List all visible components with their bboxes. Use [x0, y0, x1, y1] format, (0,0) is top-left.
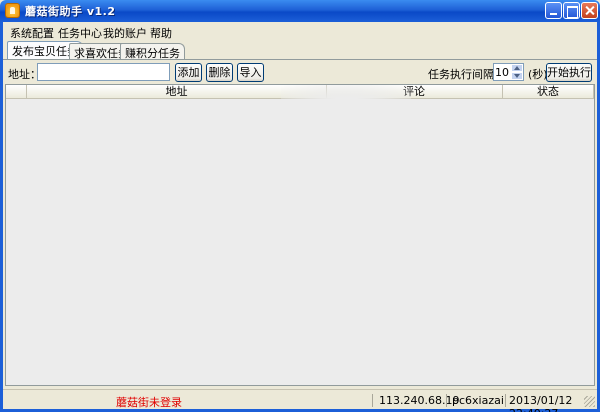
status-separator: [505, 394, 506, 407]
minimize-button[interactable]: [545, 2, 562, 19]
tab-earn-points-task[interactable]: 赚积分任务: [120, 43, 185, 60]
seconds-unit-label: (秒): [528, 68, 548, 81]
spin-up-arrow-icon[interactable]: [511, 64, 523, 72]
start-button[interactable]: 开始执行: [546, 63, 592, 82]
login-status: 蘑菇街未登录: [116, 396, 182, 409]
title-bar[interactable]: 蘑菇街助手 v1.2: [0, 0, 600, 22]
address-input[interactable]: [37, 63, 170, 81]
menu-help[interactable]: 帮助: [150, 25, 172, 41]
interval-stepper[interactable]: 10: [493, 63, 524, 81]
tab-divider: [3, 59, 597, 60]
status-separator: [446, 394, 447, 407]
resize-grip-icon[interactable]: [584, 396, 595, 407]
ip-address: 113.240.68.19: [379, 394, 460, 407]
delete-button[interactable]: 删除: [206, 63, 233, 82]
column-header-status[interactable]: 状态: [503, 85, 594, 99]
window-frame-left: [0, 22, 3, 412]
row-header-corner: [6, 85, 27, 99]
menu-task-center[interactable]: 任务中心: [58, 25, 102, 41]
redacted-area: [281, 85, 411, 145]
import-button[interactable]: 导入: [237, 63, 264, 82]
app-icon: [5, 3, 20, 18]
window-title: 蘑菇街助手 v1.2: [25, 5, 116, 18]
maximize-button[interactable]: [563, 2, 580, 19]
spin-buttons[interactable]: [511, 64, 523, 80]
host-name: pc6xiazai: [452, 394, 504, 407]
task-list-grid[interactable]: 地址 评论 状态: [5, 84, 595, 386]
status-separator: [372, 394, 373, 407]
menu-system-config[interactable]: 系统配置: [10, 25, 54, 41]
menu-bar: 系统配置 任务中心 我的账户 帮助: [3, 22, 597, 40]
close-button[interactable]: [581, 2, 598, 19]
add-button[interactable]: 添加: [175, 63, 202, 82]
interval-value: 10: [495, 66, 509, 79]
menu-my-account[interactable]: 我的账户: [103, 25, 147, 41]
tab-strip: 发布宝贝任务 求喜欢任务 赚积分任务: [3, 40, 597, 60]
status-bar: 蘑菇街未登录 113.240.68.19 pc6xiazai 2013/01/1…: [3, 389, 597, 412]
spin-down-arrow-icon[interactable]: [511, 72, 523, 80]
